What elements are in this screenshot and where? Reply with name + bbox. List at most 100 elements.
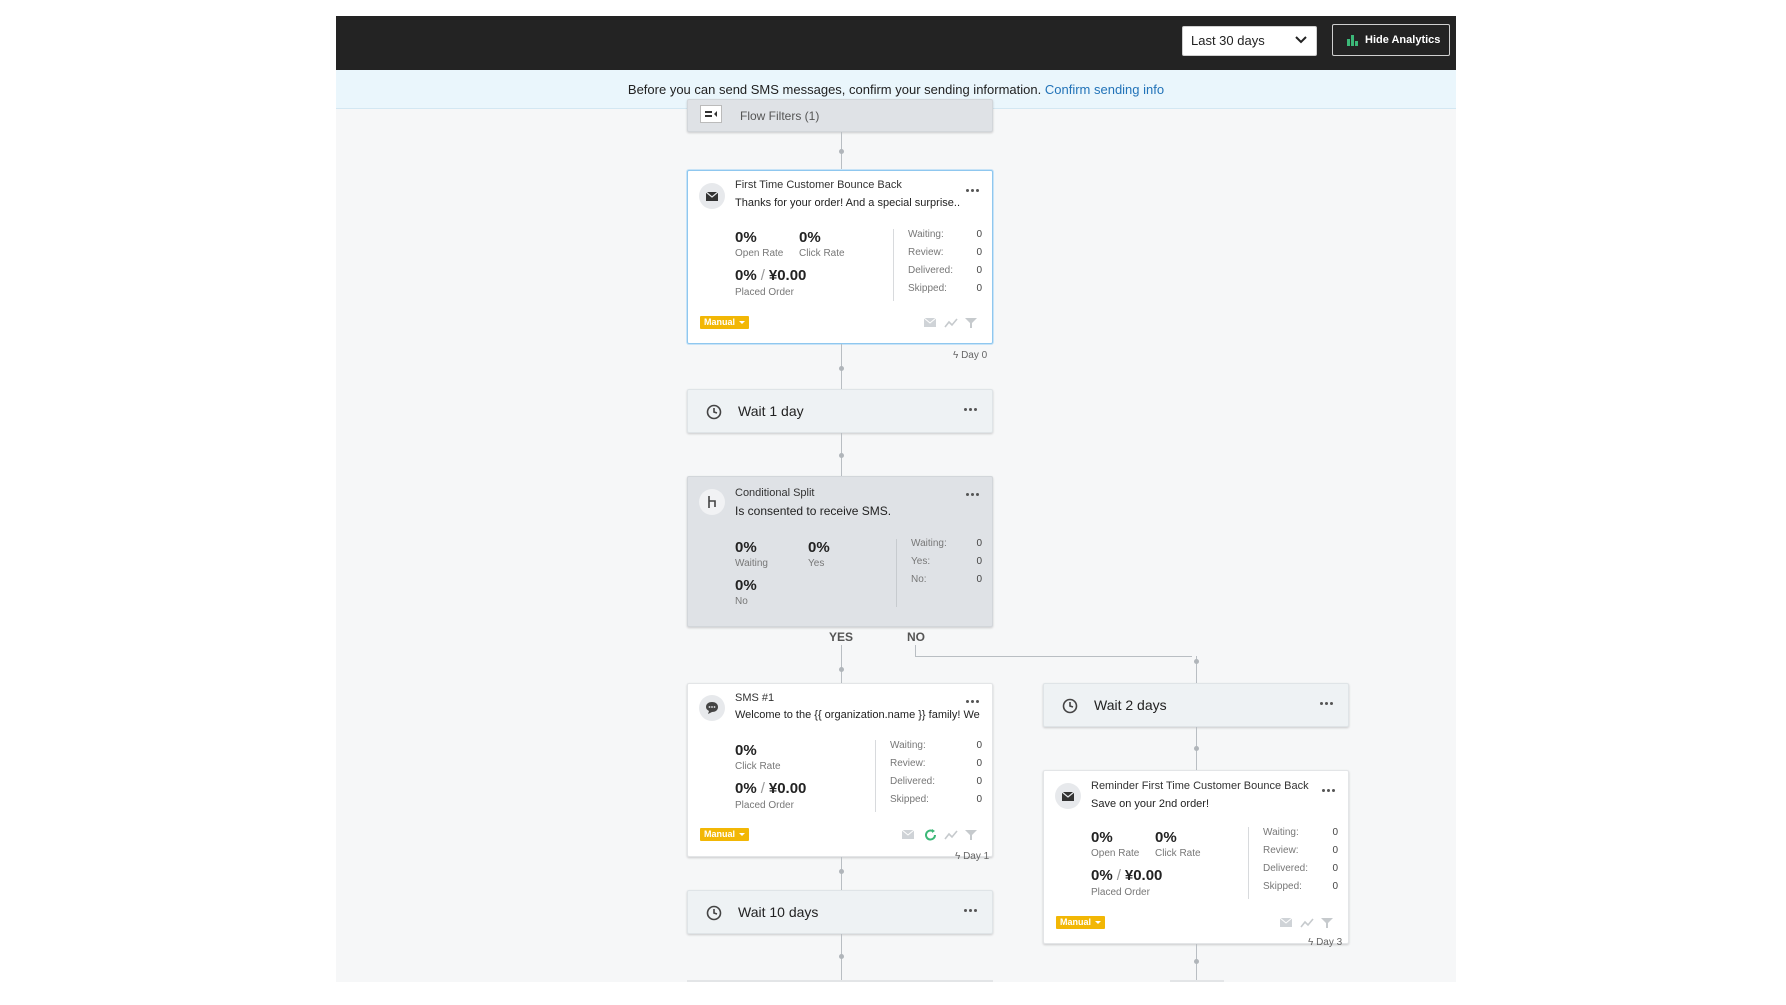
split-no-label: No: [735, 596, 748, 607]
trend-icon[interactable]: [944, 317, 958, 329]
click-rate-value: 0%: [735, 742, 757, 759]
placed-order-label: Placed Order: [735, 800, 794, 811]
wait-10-days-node[interactable]: Wait 10 days: [687, 890, 993, 934]
date-range-select[interactable]: Last 30 days: [1182, 26, 1317, 56]
wait-label: Wait 10 days: [738, 904, 819, 920]
split-waiting-value: 0%: [735, 539, 757, 556]
preview-icon[interactable]: [1279, 917, 1293, 929]
stat-review-label: Review:: [1263, 845, 1299, 856]
click-rate-value: 0%: [799, 229, 821, 246]
stat-review-value: 0: [1332, 845, 1338, 856]
day-1-label: ϟ Day 1: [955, 851, 990, 862]
chevron-down-icon: [1295, 36, 1307, 44]
stat-skipped-label: Skipped:: [1263, 881, 1302, 892]
email-node-reminder[interactable]: Reminder First Time Customer Bounce Back…: [1043, 770, 1349, 944]
sms-title: SMS #1: [735, 692, 775, 704]
stat-review-label: Review:: [890, 758, 926, 769]
manual-mode-dropdown[interactable]: Manual: [700, 316, 750, 329]
stat-skipped-value: 0: [976, 794, 982, 805]
stat-no-label: No:: [911, 574, 927, 585]
open-rate-value: 0%: [735, 229, 757, 246]
clock-icon: [706, 404, 722, 420]
stat-waiting-value: 0: [1332, 827, 1338, 838]
clock-icon: [1062, 698, 1078, 714]
confirm-sending-info-link[interactable]: Confirm sending info: [1045, 82, 1164, 97]
split-title: Conditional Split: [735, 487, 815, 499]
placed-order-value: 0% / ¥0.00: [735, 780, 807, 797]
stat-no-value: 0: [976, 574, 982, 585]
manual-mode-dropdown[interactable]: Manual: [700, 828, 750, 841]
wait-2-days-node[interactable]: Wait 2 days: [1043, 683, 1349, 727]
hide-analytics-button[interactable]: Hide Analytics: [1332, 24, 1450, 56]
stat-delivered-label: Delivered:: [908, 265, 954, 276]
day-3-label: ϟ Day 3: [1308, 937, 1343, 948]
split-waiting-label: Waiting: [735, 558, 768, 569]
stat-waiting-label: Waiting:: [911, 538, 947, 549]
more-icon[interactable]: [966, 187, 982, 193]
more-icon[interactable]: [1320, 700, 1336, 706]
email-title: First Time Customer Bounce Back: [735, 179, 902, 191]
open-rate-value: 0%: [1091, 829, 1113, 846]
bar-chart-icon: [1347, 35, 1358, 46]
manual-mode-dropdown[interactable]: Manual: [1056, 916, 1106, 929]
stat-skipped-label: Skipped:: [908, 283, 947, 294]
email-subject: Thanks for your order! And a special sur…: [735, 197, 960, 209]
stat-waiting-value: 0: [976, 229, 982, 240]
wait-label: Wait 1 day: [738, 403, 804, 419]
placed-order-label: Placed Order: [1091, 887, 1150, 898]
flow-filters-node[interactable]: Flow Filters (1): [687, 99, 993, 132]
email-node-first-time[interactable]: First Time Customer Bounce Back Thanks f…: [687, 170, 993, 344]
more-icon[interactable]: [964, 406, 980, 412]
stat-delivered-label: Delivered:: [1263, 863, 1309, 874]
trend-icon[interactable]: [1300, 917, 1314, 929]
stat-delivered-value: 0: [976, 265, 982, 276]
wait-1-day-node[interactable]: Wait 1 day: [687, 389, 993, 433]
stat-waiting-label: Waiting:: [908, 229, 944, 240]
preview-icon[interactable]: [901, 829, 915, 841]
refresh-icon[interactable]: [924, 829, 938, 841]
open-rate-label: Open Rate: [1091, 848, 1140, 859]
sms-node-1[interactable]: SMS #1 Welcome to the {{ organization.na…: [687, 683, 993, 857]
placed-order-label: Placed Order: [735, 287, 794, 298]
conditional-split-node[interactable]: Conditional Split Is consented to receiv…: [687, 476, 993, 627]
stat-waiting-value: 0: [976, 740, 982, 751]
stat-waiting-value: 0: [976, 538, 982, 549]
filter-icon[interactable]: [964, 829, 978, 841]
placed-order-value: 0% / ¥0.00: [1091, 867, 1163, 884]
split-condition: Is consented to receive SMS.: [735, 504, 892, 518]
click-rate-value: 0%: [1155, 829, 1177, 846]
email-subject: Save on your 2nd order!: [1091, 798, 1210, 810]
trend-icon[interactable]: [944, 829, 958, 841]
stat-review-value: 0: [976, 247, 982, 258]
stat-review-label: Review:: [908, 247, 944, 258]
stat-skipped-value: 0: [1332, 881, 1338, 892]
more-icon[interactable]: [966, 491, 982, 497]
filter-icon[interactable]: [1320, 917, 1334, 929]
placed-order-value: 0% / ¥0.00: [735, 267, 807, 284]
top-bar: Last 30 days Hide Analytics: [336, 16, 1456, 70]
envelope-icon: [699, 183, 725, 209]
click-rate-label: Click Rate: [799, 248, 845, 259]
banner-text: Before you can send SMS messages, confir…: [627, 82, 1042, 97]
branch-no-label: NO: [907, 630, 925, 644]
split-yes-label: Yes: [808, 558, 825, 569]
more-icon[interactable]: [1322, 787, 1338, 793]
sms-body: Welcome to the {{ organization.name }} f…: [735, 709, 980, 721]
preview-icon[interactable]: [923, 317, 937, 329]
stat-review-value: 0: [976, 758, 982, 769]
branch-yes-label: YES: [829, 630, 854, 644]
stat-delivered-value: 0: [1332, 863, 1338, 874]
more-icon[interactable]: [964, 907, 980, 913]
stat-delivered-label: Delivered:: [890, 776, 936, 787]
chat-bubble-icon: [699, 695, 725, 721]
flow-filters-label: Flow Filters (1): [740, 109, 820, 123]
envelope-icon: [1055, 783, 1081, 809]
filter-icon[interactable]: [964, 317, 978, 329]
flow-canvas[interactable]: Flow Filters (1) First Time Customer Bou…: [336, 99, 1456, 982]
wait-label: Wait 2 days: [1094, 697, 1167, 713]
split-yes-value: 0%: [808, 539, 830, 556]
more-icon[interactable]: [966, 698, 982, 704]
click-rate-label: Click Rate: [735, 761, 781, 772]
email-title: Reminder First Time Customer Bounce Back: [1091, 780, 1309, 792]
clock-icon: [706, 905, 722, 921]
